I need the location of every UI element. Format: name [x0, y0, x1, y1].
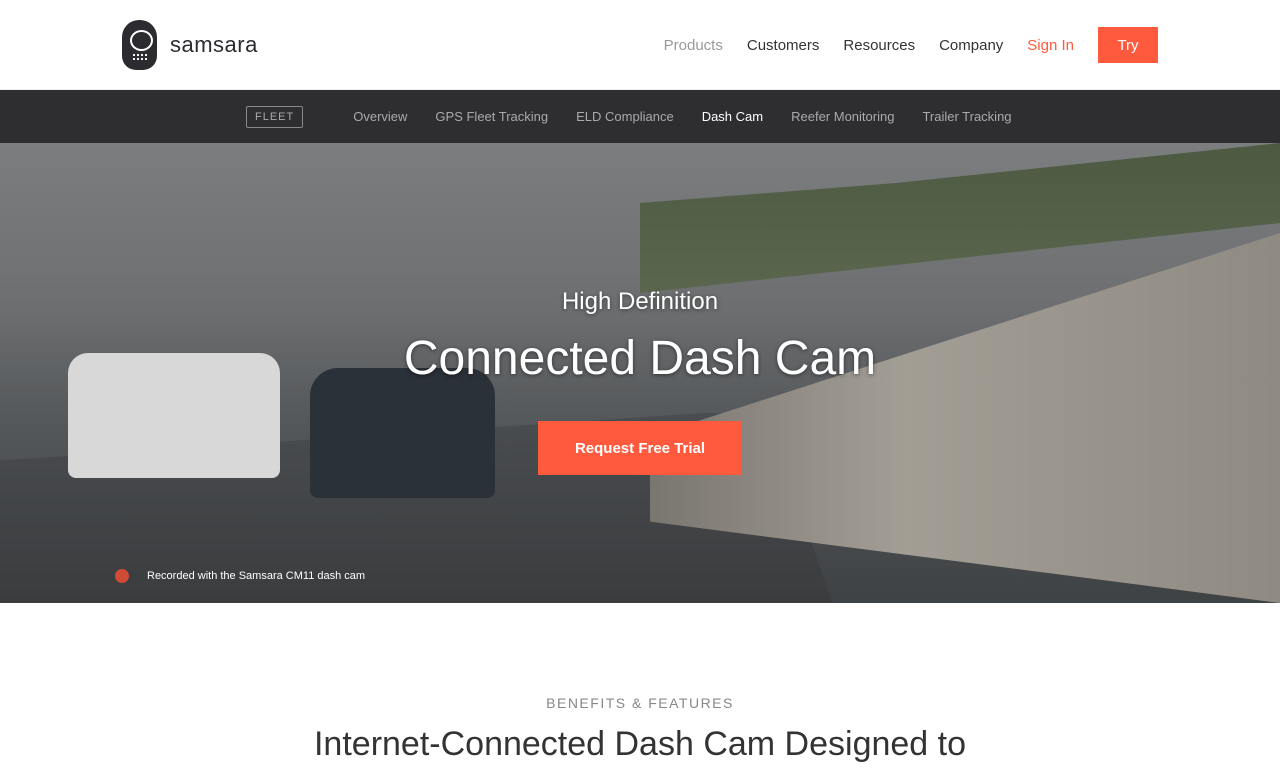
hero-title: Connected Dash Cam — [403, 332, 877, 385]
fleet-tag: FLEET — [246, 105, 304, 128]
subnav-overview[interactable]: Overview — [353, 109, 407, 124]
logo-text: samsara — [170, 32, 258, 57]
record-dot-icon — [115, 569, 129, 583]
main-nav: Products Customers Resources Company Sig… — [664, 27, 1158, 63]
hero-dark-car — [310, 368, 495, 498]
nav-products[interactable]: Products — [664, 37, 723, 54]
subnav-trailer-tracking[interactable]: Trailer Tracking — [922, 109, 1011, 124]
owl-logo-icon — [122, 20, 157, 70]
recording-caption: Recorded with the Samsara CM11 dash cam — [115, 569, 365, 583]
subnav-dash-cam[interactable]: Dash Cam — [702, 109, 763, 124]
section-eyebrow: BENEFITS & FEATURES — [546, 695, 734, 711]
subnav-gps-fleet-tracking[interactable]: GPS Fleet Tracking — [435, 109, 548, 124]
section-title: Internet-Connected Dash Cam Designed to — [313, 725, 967, 763]
request-free-trial-button[interactable]: Request Free Trial — [538, 421, 742, 475]
nav-resources[interactable]: Resources — [843, 37, 915, 54]
product-subnav: FLEET Overview GPS Fleet Tracking ELD Co… — [0, 90, 1280, 143]
top-header: samsara Products Customers Resources Com… — [0, 0, 1280, 90]
try-button[interactable]: Try — [1098, 27, 1158, 63]
hero-eyebrow: High Definition — [561, 288, 719, 315]
subnav-reefer-monitoring[interactable]: Reefer Monitoring — [791, 109, 894, 124]
caption-text: Recorded with the Samsara CM11 dash cam — [147, 570, 366, 582]
logo[interactable]: samsara — [122, 20, 258, 70]
nav-customers[interactable]: Customers — [747, 37, 820, 54]
nav-company[interactable]: Company — [939, 37, 1003, 54]
hero-video: High Definition Connected Dash Cam Reque… — [0, 143, 1280, 603]
subnav-eld-compliance[interactable]: ELD Compliance — [576, 109, 674, 124]
sign-in-link[interactable]: Sign In — [1027, 37, 1074, 54]
